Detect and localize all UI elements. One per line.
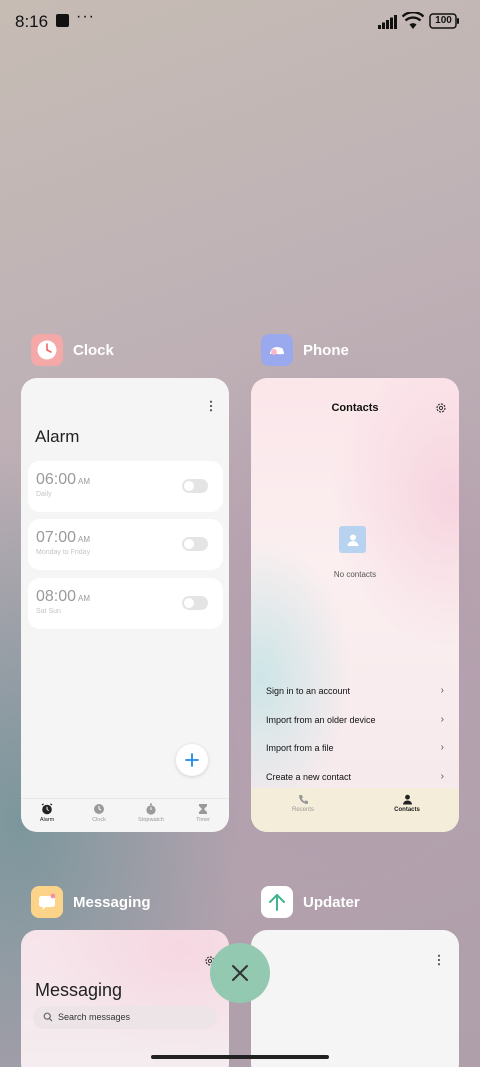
tab-timer[interactable]: Timer (177, 799, 229, 832)
phone-app-icon[interactable] (261, 334, 293, 366)
sign-in-account-option[interactable]: Sign in to an account › (266, 685, 444, 696)
updater-app-card[interactable] (251, 930, 459, 1067)
alarm-toggle[interactable] (182, 537, 208, 551)
updater-app-icon[interactable] (261, 886, 293, 918)
tab-stopwatch[interactable]: Stopwatch (125, 799, 177, 832)
status-bar: 8:16 ··· 100 (0, 0, 480, 44)
more-menu-icon[interactable] (209, 400, 213, 412)
alarm-ampm: AM (78, 594, 91, 603)
chevron-right-icon: › (440, 771, 444, 782)
alarm-item[interactable]: 08:00 AM Sat Sun (28, 578, 223, 629)
option-label: Sign in to an account (266, 686, 351, 696)
status-time: 8:16 (15, 12, 49, 31)
search-placeholder: Search messages (58, 1012, 131, 1022)
import-file-option[interactable]: Import from a file › (266, 742, 444, 753)
option-label: Import from an older device (266, 715, 376, 725)
alarm-screen-title: Alarm (35, 427, 80, 446)
more-menu-icon[interactable] (437, 954, 441, 966)
messaging-app-icon[interactable] (31, 886, 63, 918)
search-input[interactable]: Search messages (33, 1006, 217, 1029)
clock-app-name: Clock (73, 341, 114, 359)
empty-contact-icon (339, 526, 366, 553)
phone-icon (298, 795, 308, 804)
phone-tab-bar: Recents Contacts (251, 788, 459, 832)
clear-all-button[interactable] (210, 943, 270, 1003)
battery-level: 100 (435, 15, 452, 26)
no-contacts-text: No contacts (333, 570, 377, 579)
alarm-ampm: AM (78, 477, 91, 486)
tab-label: Clock (92, 817, 106, 823)
hourglass-icon (199, 804, 207, 814)
tab-label: Timer (196, 817, 210, 823)
clock-tab-bar: Alarm Clock Stopwatch Timer (21, 798, 229, 832)
wifi-icon (402, 12, 424, 29)
add-alarm-button[interactable] (176, 744, 208, 776)
clock-app-icon[interactable] (31, 334, 63, 366)
phone-app-card[interactable]: Contacts No contacts Sign in to an accou… (251, 378, 459, 832)
clock-app-header[interactable]: Clock (31, 334, 114, 366)
tab-label: Recents (291, 807, 314, 813)
tab-label: Stopwatch (138, 817, 164, 823)
phone-app-header[interactable]: Phone (261, 334, 349, 366)
alarm-days: Sat Sun (36, 608, 61, 615)
chevron-right-icon: › (440, 685, 444, 696)
notification-icon (56, 14, 69, 27)
updater-app-header[interactable]: Updater (261, 886, 360, 918)
alarm-days: Monday to Friday (36, 549, 91, 556)
stopwatch-icon (146, 803, 156, 815)
contacts-title: Contacts (331, 402, 379, 414)
alarm-time: 08:00 (36, 588, 77, 605)
alarm-time: 07:00 (36, 529, 77, 546)
clock-icon (94, 804, 104, 814)
alarm-time: 06:00 (36, 471, 77, 488)
chevron-right-icon: › (440, 742, 444, 753)
tab-label: Alarm (39, 817, 55, 823)
alarm-ampm: AM (78, 535, 91, 544)
alarm-toggle[interactable] (182, 479, 208, 493)
create-contact-option[interactable]: Create a new contact › (266, 771, 444, 782)
phone-app-name: Phone (303, 341, 349, 359)
import-older-device-option[interactable]: Import from an older device › (266, 714, 444, 725)
alarm-clock-icon (41, 803, 53, 815)
alarm-toggle[interactable] (182, 596, 208, 610)
tab-alarm[interactable]: Alarm (21, 799, 73, 832)
messaging-app-name: Messaging (73, 893, 151, 911)
alarm-days: Daily (36, 491, 52, 498)
signal-icon (378, 15, 397, 29)
chevron-right-icon: › (440, 714, 444, 725)
messaging-app-header[interactable]: Messaging (31, 886, 151, 918)
clock-app-card[interactable]: Alarm 06:00 AM Daily 07:00 AM Monday to Fr… (21, 378, 229, 832)
more-notifications-icon: ··· (76, 8, 95, 25)
tab-label: Contacts (394, 807, 420, 813)
tab-clock[interactable]: Clock (73, 799, 125, 832)
person-icon (402, 794, 412, 805)
search-icon (43, 1012, 53, 1022)
home-indicator[interactable] (151, 1055, 329, 1059)
alarm-item[interactable]: 07:00 AM Monday to Friday (28, 519, 223, 570)
option-label: Create a new contact (266, 772, 352, 782)
tab-recents[interactable]: Recents (251, 788, 355, 832)
updater-app-name: Updater (303, 893, 360, 911)
tab-contacts[interactable]: Contacts (355, 788, 459, 832)
settings-gear-icon[interactable] (435, 402, 447, 414)
alarm-item[interactable]: 06:00 AM Daily (28, 461, 223, 512)
messaging-screen-title: Messaging (35, 980, 123, 1000)
close-icon (232, 965, 248, 981)
plus-icon (185, 753, 199, 767)
messaging-app-card[interactable]: Messaging Search messages (21, 930, 229, 1067)
option-label: Import from a file (266, 743, 334, 753)
